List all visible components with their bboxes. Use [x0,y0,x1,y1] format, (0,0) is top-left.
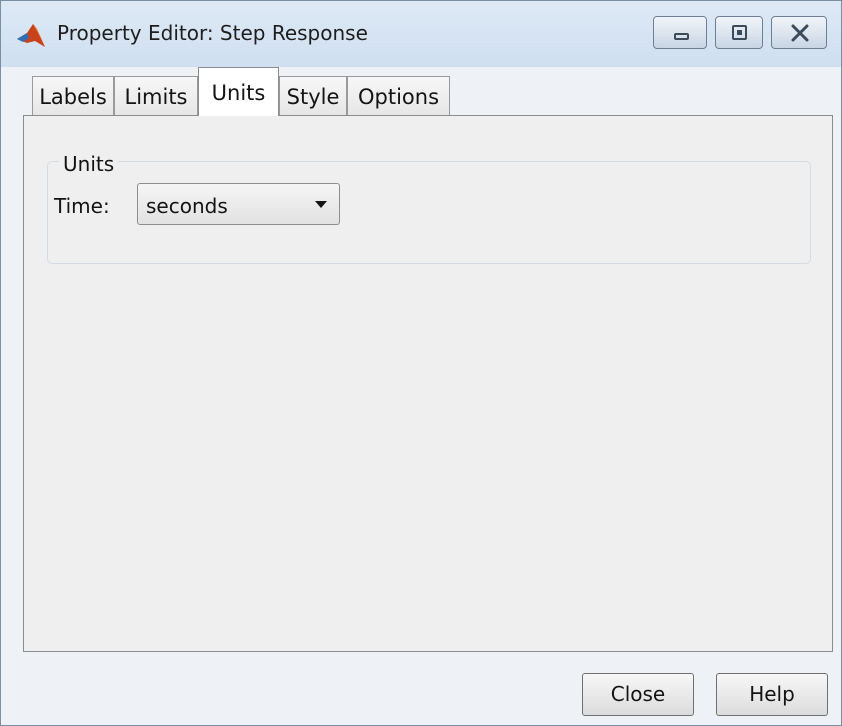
minimize-icon [674,33,689,40]
window-title: Property Editor: Step Response [57,21,368,45]
time-units-dropdown[interactable]: seconds [137,183,340,225]
property-editor-window: Property Editor: Step Response Labels Li… [0,0,842,726]
units-group-title: Units [59,152,119,176]
close-icon [789,23,811,43]
tab-limits[interactable]: Limits [114,76,198,116]
chevron-down-icon [315,201,327,208]
close-button[interactable]: Close [582,673,694,716]
tab-labels[interactable]: Labels [32,76,114,116]
matlab-logo-icon [15,21,47,49]
close-window-button[interactable] [771,16,827,49]
help-button[interactable]: Help [716,673,828,716]
tab-options[interactable]: Options [347,76,450,116]
tab-style[interactable]: Style [279,76,347,116]
maximize-icon [732,25,747,40]
title-bar: Property Editor: Step Response [1,1,841,67]
units-tab-panel: Units Time: seconds [23,115,833,652]
time-units-value: seconds [146,194,228,218]
tab-units[interactable]: Units [198,67,279,116]
time-label: Time: [54,194,110,218]
minimize-button[interactable] [653,16,707,49]
maximize-button[interactable] [715,16,763,49]
